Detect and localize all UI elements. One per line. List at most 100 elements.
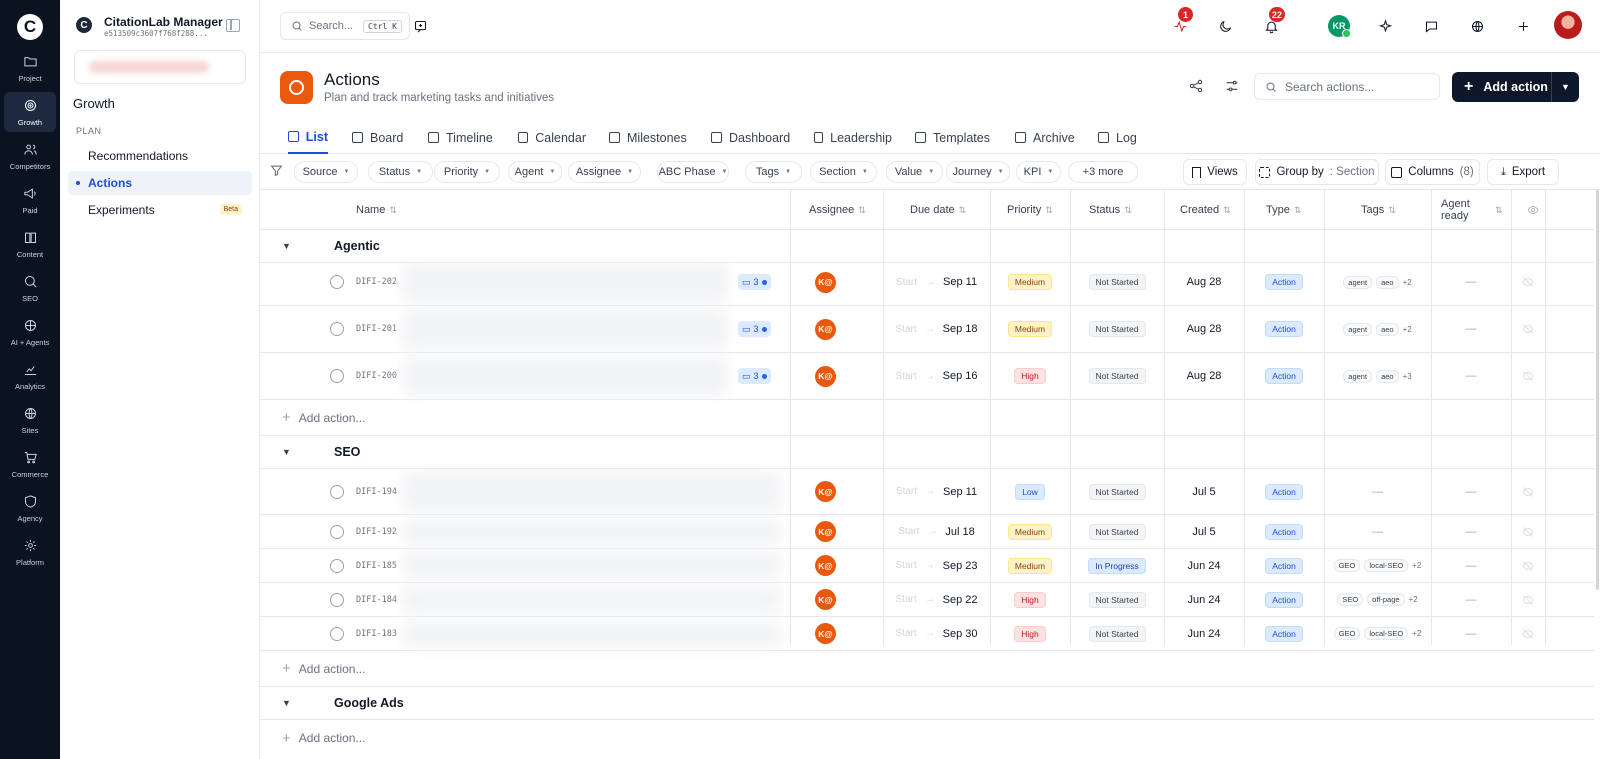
assignee-cell[interactable]: K@ — [815, 617, 836, 650]
status-checkbox[interactable] — [330, 469, 344, 514]
assignee-avatar[interactable]: K@ — [815, 555, 836, 576]
hidden-eye-icon[interactable] — [1511, 583, 1545, 616]
type-cell[interactable]: Action — [1244, 259, 1324, 305]
assignee-cell[interactable]: K@ — [815, 549, 836, 582]
due-date-cell[interactable]: Start → Sep 11 — [883, 469, 990, 514]
assignee-cell[interactable]: K@ — [815, 353, 836, 399]
table-row[interactable]: DIFI-200 ▭ 3 K@ Start → Sep 16 High Not Started A… — [260, 353, 1594, 400]
type-cell[interactable]: Action — [1244, 469, 1324, 514]
col-priority[interactable]: Priority ⇅ — [1007, 190, 1053, 230]
table-row[interactable]: DIFI-201 ▭ 3 K@ Start → Sep 18 Medium Not Starte… — [260, 306, 1594, 353]
scrollbar[interactable] — [1596, 190, 1599, 590]
priority-cell[interactable]: Medium — [990, 259, 1070, 305]
col-name[interactable]: Name ⇅ — [356, 190, 397, 230]
radio-circle[interactable] — [330, 275, 344, 289]
hidden-eye-icon[interactable] — [1511, 469, 1545, 514]
col-due-date[interactable]: Due date ⇅ — [910, 190, 966, 230]
assignee-cell[interactable]: K@ — [815, 259, 836, 305]
priority-cell[interactable]: High — [990, 583, 1070, 616]
priority-cell[interactable]: High — [990, 617, 1070, 650]
due-date-cell[interactable]: Start → Sep 23 — [883, 549, 990, 582]
filter-assignee[interactable]: Assignee ▼ — [568, 161, 641, 183]
tab-templates[interactable]: Templates — [915, 121, 991, 154]
share-icon[interactable] — [1188, 78, 1206, 96]
tab-timeline[interactable]: Timeline — [428, 121, 496, 154]
hidden-eye-icon[interactable] — [1511, 353, 1545, 399]
rail-item-content[interactable]: Content — [4, 224, 56, 264]
redacted-action-name[interactable] — [402, 262, 728, 302]
rail-item-project[interactable]: Project — [4, 48, 56, 88]
group-header-seo[interactable]: ▼ SEO — [260, 436, 1594, 469]
rail-item-ai-agents[interactable]: AI + Agents — [4, 312, 56, 352]
assignee-avatar[interactable]: K@ — [815, 271, 836, 293]
global-search[interactable]: Search... Ctrl K — [280, 12, 410, 40]
tags-cell[interactable]: agent aeo +3 — [1324, 353, 1431, 399]
radio-circle[interactable] — [330, 322, 344, 336]
rail-item-commerce[interactable]: Commerce — [4, 444, 56, 484]
redacted-action-name[interactable] — [402, 309, 728, 349]
status-checkbox[interactable] — [330, 549, 344, 582]
due-date-cell[interactable]: Start → Sep 22 — [883, 583, 990, 616]
filter-tags[interactable]: Tags ▼ — [745, 161, 802, 183]
priority-cell[interactable]: High — [990, 353, 1070, 399]
due-date-cell[interactable]: Start → Sep 11 — [883, 259, 990, 305]
assignee-avatar[interactable]: K@ — [815, 365, 836, 387]
tags-cell[interactable]: — — [1324, 515, 1431, 548]
tags-cell[interactable]: agent aeo +2 — [1324, 306, 1431, 352]
views-button[interactable]: Views — [1183, 159, 1247, 185]
filter-priority[interactable]: Priority ▼ — [434, 161, 500, 183]
status-cell[interactable]: Not Started — [1070, 353, 1164, 399]
assignee-cell[interactable]: K@ — [815, 469, 836, 514]
table-row[interactable]: DIFI-194 K@ Start → Sep 11 Low Not Started Jul … — [260, 469, 1594, 515]
col-tags[interactable]: Tags ⇅ — [1361, 190, 1396, 230]
due-date-cell[interactable]: Start → Jul 18 — [883, 515, 990, 548]
col-created[interactable]: Created ⇅ — [1180, 190, 1231, 230]
more-filters-button[interactable]: +3 more — [1068, 161, 1138, 183]
assignee-avatar[interactable]: K@ — [815, 623, 836, 644]
status-cell[interactable]: Not Started — [1070, 469, 1164, 514]
type-cell[interactable]: Action — [1244, 549, 1324, 582]
type-cell[interactable]: Action — [1244, 515, 1324, 548]
user-initials-avatar[interactable]: KR — [1328, 15, 1351, 38]
rail-item-analytics[interactable]: Analytics — [4, 356, 56, 396]
assignee-avatar[interactable]: K@ — [815, 589, 836, 610]
collapse-sidebar-icon[interactable] — [226, 19, 240, 32]
table-row[interactable]: DIFI-184 K@ Start → Sep 22 High Not Started Jun… — [260, 583, 1594, 617]
assignee-cell[interactable]: K@ — [815, 306, 836, 352]
filter-source[interactable]: Source ▼ — [294, 161, 358, 183]
filter-value[interactable]: Value ▼ — [886, 161, 943, 183]
rail-item-agency[interactable]: Agency — [4, 488, 56, 528]
tab-archive[interactable]: Archive — [1015, 121, 1075, 154]
feedback-icon[interactable] — [410, 16, 430, 36]
hidden-eye-icon[interactable] — [1511, 259, 1545, 305]
col-type[interactable]: Type ⇅ — [1266, 190, 1301, 230]
table-row[interactable]: DIFI-192 K@ Start → Jul 18 Medium Not Started J… — [260, 515, 1594, 549]
bell-icon[interactable]: 22 — [1261, 7, 1286, 36]
nav-item-actions[interactable]: Actions — [68, 171, 252, 195]
moon-icon[interactable] — [1215, 16, 1235, 36]
radio-circle[interactable] — [330, 524, 344, 539]
activity-icon[interactable]: 1 — [1170, 7, 1193, 36]
add-action-button[interactable]: + Add action ▼ — [1452, 72, 1579, 102]
redacted-action-name[interactable] — [402, 552, 782, 579]
radio-circle[interactable] — [330, 558, 344, 573]
add-action-row[interactable]: + Add action... — [260, 651, 1594, 687]
group-header-google-ads[interactable]: ▼ Google Ads — [260, 687, 1594, 720]
status-cell[interactable]: In Progress — [1070, 549, 1164, 582]
due-date-cell[interactable]: Start → Sep 16 — [883, 353, 990, 399]
group-by-button[interactable]: Group by : Section — [1255, 159, 1379, 185]
redacted-action-name[interactable] — [402, 586, 782, 613]
plus-icon[interactable] — [1513, 16, 1533, 36]
status-checkbox[interactable] — [330, 617, 344, 650]
visibility-column-icon[interactable] — [1527, 190, 1539, 230]
assignee-cell[interactable]: K@ — [815, 515, 836, 548]
filter-abc-phase[interactable]: ABC Phase ▼ — [657, 161, 729, 183]
radio-circle[interactable] — [330, 484, 344, 499]
col-assignee[interactable]: Assignee ⇅ — [809, 190, 866, 230]
type-cell[interactable]: Action — [1244, 306, 1324, 352]
status-checkbox[interactable] — [330, 306, 344, 352]
radio-circle[interactable] — [330, 369, 344, 383]
due-date-cell[interactable]: Start → Sep 18 — [883, 306, 990, 352]
filter-icon[interactable] — [270, 164, 283, 177]
assignee-cell[interactable]: K@ — [815, 583, 836, 616]
